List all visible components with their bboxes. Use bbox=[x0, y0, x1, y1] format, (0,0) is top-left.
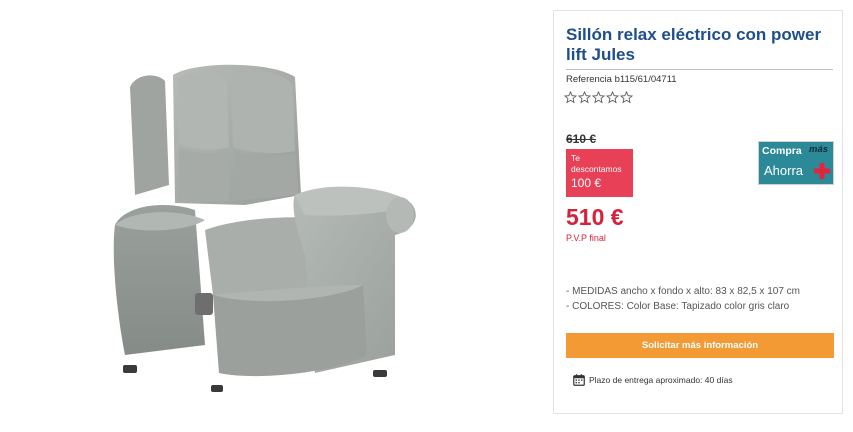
delivery-text: Plazo de entrega aproximado: 40 días bbox=[589, 375, 733, 385]
logo-word-compra: Compra bbox=[762, 145, 802, 157]
discount-amount: 100 € bbox=[571, 176, 602, 190]
rating-stars[interactable] bbox=[564, 91, 633, 107]
request-info-button[interactable]: Solicitar más información bbox=[566, 333, 834, 358]
feature-list: - MEDIDAS ancho x fondo x alto: 83 x 82,… bbox=[566, 284, 800, 314]
final-price: 510 € bbox=[566, 204, 624, 230]
product-info-panel: Sillón relax eléctrico con power lift Ju… bbox=[553, 10, 843, 414]
old-price: 610 € bbox=[566, 132, 597, 146]
star-icon[interactable] bbox=[592, 91, 605, 104]
logo-word-ahorra: Ahorra bbox=[764, 163, 804, 178]
product-title: Sillón relax eléctrico con power lift Ju… bbox=[566, 25, 822, 64]
title-divider bbox=[566, 69, 833, 70]
star-icon[interactable] bbox=[620, 91, 633, 104]
product-image bbox=[113, 64, 416, 392]
discount-label: Te descontamos bbox=[571, 153, 622, 174]
star-icon[interactable] bbox=[578, 91, 591, 104]
feature-colors: - COLORES: Color Base: Tapizado color gr… bbox=[566, 301, 790, 312]
plus-icon bbox=[814, 163, 830, 179]
compra-mas-ahorra-logo: Compra más Ahorra bbox=[758, 141, 834, 185]
star-icon[interactable] bbox=[606, 91, 619, 104]
feature-dimensions: - MEDIDAS ancho x fondo x alto: 83 x 82,… bbox=[566, 286, 801, 297]
discount-badge: Te descontamos 100 € bbox=[566, 149, 633, 197]
delivery-info: Plazo de entrega aproximado: 40 días bbox=[573, 374, 733, 386]
calendar-icon bbox=[573, 374, 585, 386]
pvp-label: P.V.P final bbox=[566, 233, 606, 243]
star-icon[interactable] bbox=[564, 91, 577, 104]
logo-word-mas: más bbox=[809, 144, 829, 155]
product-reference: Referencia b115/61/04711 bbox=[566, 74, 677, 85]
